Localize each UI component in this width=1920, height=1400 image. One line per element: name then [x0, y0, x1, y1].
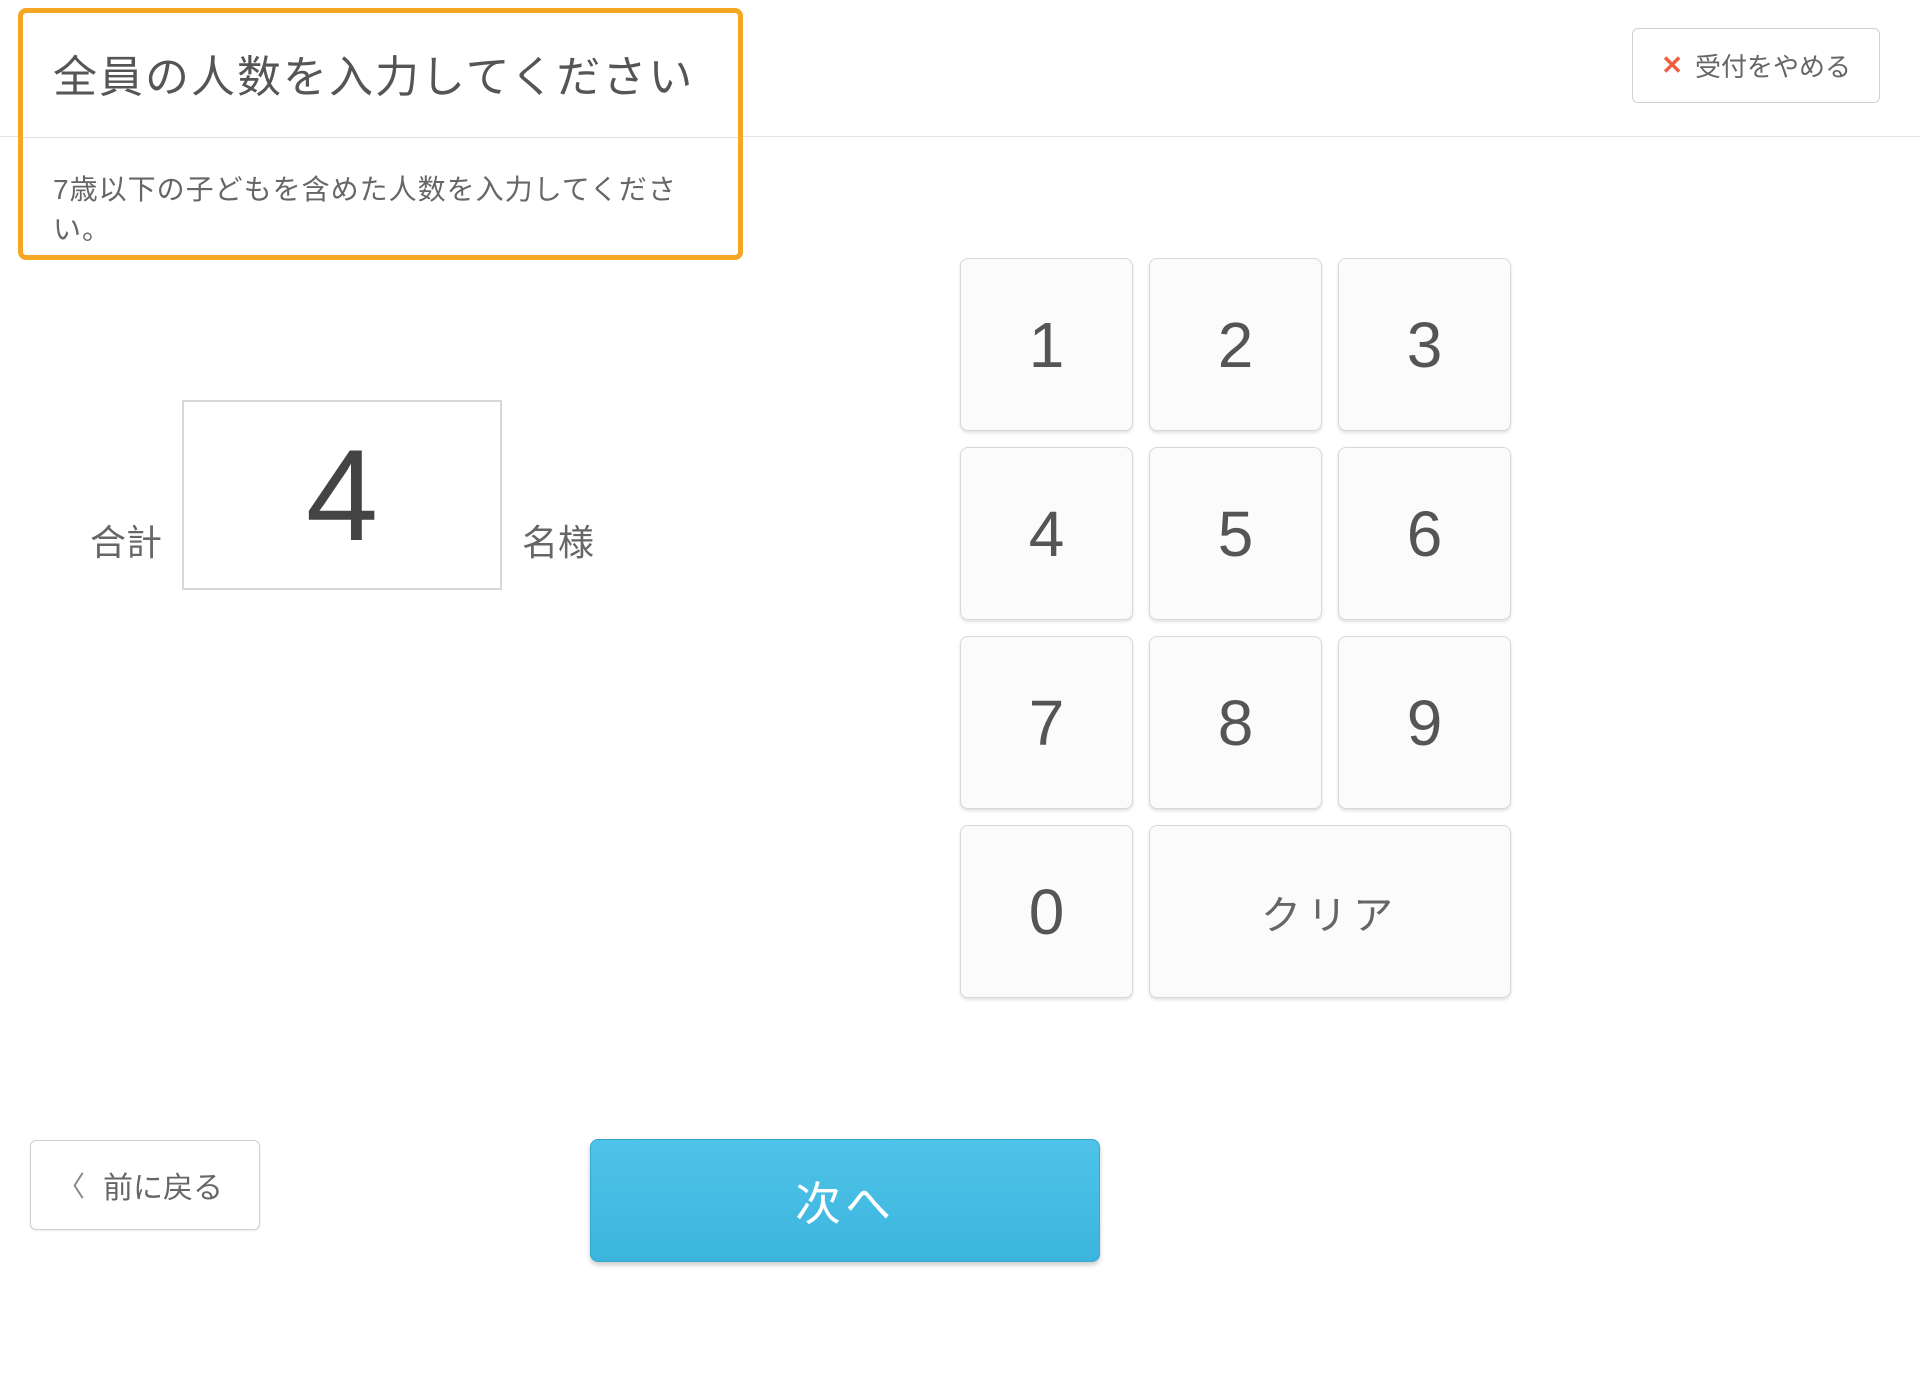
keypad-clear-button[interactable]: クリア: [1149, 825, 1511, 998]
total-label-suffix: 名様: [522, 514, 594, 566]
cancel-reception-button[interactable]: ✕ 受付をやめる: [1632, 28, 1880, 103]
instruction-panel: 全員の人数を入力してください 7歳以下の子どもを含めた人数を入力してください。: [18, 8, 743, 260]
next-button[interactable]: 次へ: [590, 1139, 1100, 1262]
back-button[interactable]: 〈 前に戻る: [30, 1140, 260, 1230]
keypad-2-button[interactable]: 2: [1149, 258, 1322, 431]
total-count-value: 4: [306, 420, 378, 570]
chevron-left-icon: 〈: [57, 1165, 85, 1205]
next-button-label: 次へ: [795, 1168, 895, 1234]
keypad-6-button[interactable]: 6: [1338, 447, 1511, 620]
keypad-5-button[interactable]: 5: [1149, 447, 1322, 620]
total-count-section: 合計 4 名様: [90, 400, 594, 590]
total-count-display: 4: [182, 400, 502, 590]
keypad-9-button[interactable]: 9: [1338, 636, 1511, 809]
keypad-3-button[interactable]: 3: [1338, 258, 1511, 431]
back-button-label: 前に戻る: [103, 1163, 223, 1207]
keypad-1-button[interactable]: 1: [960, 258, 1133, 431]
keypad-4-button[interactable]: 4: [960, 447, 1133, 620]
close-icon: ✕: [1661, 50, 1683, 81]
keypad-0-button[interactable]: 0: [960, 825, 1133, 998]
page-title: 全員の人数を入力してください: [23, 13, 738, 137]
page-subtitle: 7歳以下の子どもを含めた人数を入力してください。: [23, 138, 738, 278]
total-label-prefix: 合計: [90, 514, 162, 566]
numeric-keypad: 1 2 3 4 5 6 7 8 9 0 クリア: [960, 258, 1511, 998]
keypad-8-button[interactable]: 8: [1149, 636, 1322, 809]
keypad-7-button[interactable]: 7: [960, 636, 1133, 809]
cancel-reception-label: 受付をやめる: [1695, 47, 1851, 84]
